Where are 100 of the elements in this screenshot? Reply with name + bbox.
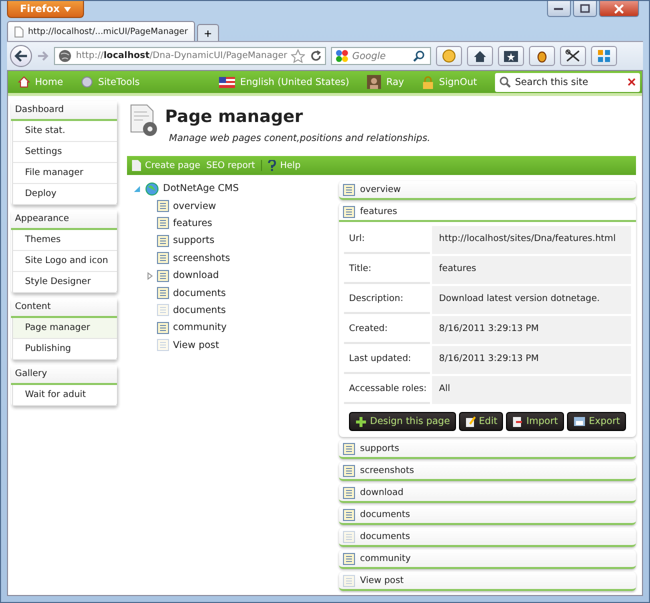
edit-icon — [464, 416, 476, 428]
action-button[interactable]: Import — [506, 412, 564, 431]
sidebar-group-title: Dashboard — [11, 101, 117, 121]
sidebar-item[interactable]: Wait for aduit — [12, 385, 117, 406]
scissors-button[interactable] — [560, 46, 586, 66]
sidebar-item[interactable]: Style Designer — [12, 272, 117, 293]
field-label: Url: — [344, 226, 430, 254]
tree-node[interactable]: overview — [173, 200, 216, 212]
sidebar-item[interactable]: File manager — [12, 163, 117, 184]
panel-header[interactable]: download — [339, 484, 636, 501]
reload-icon[interactable] — [310, 50, 322, 62]
field-value: All — [432, 376, 631, 404]
avatar — [367, 75, 382, 89]
sidebar-item[interactable]: Site stat. — [12, 121, 117, 142]
sidebar-item[interactable]: Themes — [12, 230, 117, 251]
page-title: Page manager — [165, 107, 304, 127]
expand-arrow-icon[interactable] — [147, 272, 153, 280]
search-icon — [499, 76, 511, 88]
tree-node[interactable]: documents — [173, 288, 226, 299]
bug-button[interactable] — [529, 46, 556, 66]
home-icon — [473, 50, 488, 62]
field-value: 8/16/2011 3:29:13 PM — [432, 316, 631, 344]
page-subtitle: Manage web pages conent,positions and relationships. — [169, 133, 430, 144]
tree-node[interactable]: screenshots — [173, 252, 230, 264]
tree-node[interactable]: supports — [173, 235, 214, 246]
field-label: Last updated: — [344, 346, 430, 374]
sidebar-item[interactable]: Settings — [12, 142, 117, 163]
new-tab-button[interactable]: + — [196, 24, 219, 41]
search-icon[interactable] — [413, 50, 426, 62]
tree-node[interactable]: features — [173, 218, 212, 229]
addon-button[interactable] — [436, 46, 462, 66]
home-button[interactable] — [467, 46, 494, 66]
maximize-icon — [580, 4, 590, 13]
sidebar-item[interactable]: Publishing — [12, 339, 117, 360]
tree-node[interactable]: download — [173, 270, 219, 282]
help-icon — [268, 160, 276, 171]
export-icon — [572, 416, 586, 427]
clear-button[interactable]: × — [627, 74, 636, 90]
field-value: http://localhost/sites/Dna/features.html — [432, 226, 631, 254]
back-arrow-icon — [14, 50, 28, 62]
panel-header[interactable]: supports — [339, 440, 636, 457]
sidebar-item[interactable]: Site Logo and icon — [12, 251, 117, 272]
panel-header[interactable]: documents — [339, 528, 636, 545]
panel-title: features — [360, 206, 398, 216]
scissors-icon — [565, 49, 582, 63]
minimize-icon — [554, 6, 564, 10]
tree-node[interactable]: documents — [173, 304, 226, 316]
action-button[interactable]: Export — [566, 412, 626, 431]
panel-header[interactable]: documents — [339, 506, 636, 523]
star-icon[interactable] — [291, 49, 306, 63]
globe-icon — [145, 182, 159, 196]
search-engine-icon[interactable] — [335, 49, 350, 63]
panel-header[interactable]: features — [339, 203, 636, 222]
apps-button[interactable] — [591, 46, 618, 66]
field-label: Accessable roles: — [344, 376, 430, 404]
sidebar-item[interactable]: Page manager — [12, 318, 117, 339]
browser-tab[interactable]: http://localhost/...micUI/PageManager — [7, 21, 195, 41]
site-search-box[interactable]: Search this site × — [495, 72, 640, 92]
field-label: Description: — [344, 286, 430, 314]
tree-node[interactable]: View post — [173, 340, 220, 351]
panel-header[interactable]: overview — [339, 181, 636, 198]
tree-node[interactable]: community — [173, 322, 227, 334]
maximize-button[interactable] — [573, 1, 597, 17]
page-icon — [14, 26, 24, 38]
import-icon — [512, 416, 524, 428]
field-value: Download latest version dotnetage. — [432, 286, 631, 314]
caret-icon — [64, 6, 71, 12]
globe-icon — [58, 49, 72, 63]
field-label: Created: — [344, 316, 430, 344]
field-value: 8/16/2011 3:29:13 PM — [432, 346, 631, 374]
back-button[interactable] — [10, 45, 32, 67]
panel-title: screenshots — [360, 466, 414, 476]
panel-header[interactable]: View post — [339, 572, 636, 589]
bookmarks-button[interactable] — [498, 46, 524, 66]
page-icon — [132, 160, 141, 171]
action-button[interactable]: Edit — [458, 412, 504, 431]
panel-title: documents — [360, 510, 410, 520]
panel-title: supports — [360, 444, 400, 454]
address-bar[interactable]: http://localhost/Dna-DynamicUI/PageManager — [54, 47, 326, 65]
plus-icon — [355, 416, 368, 428]
sidebar-group-title: Appearance — [11, 210, 117, 230]
sidebar-item[interactable]: Deploy — [12, 184, 117, 205]
panel-header[interactable]: community — [339, 550, 636, 567]
close-button[interactable] — [599, 1, 639, 17]
tiles-icon — [597, 49, 612, 63]
field-label: Title: — [344, 256, 430, 284]
sidebar-group-title: Content — [11, 298, 117, 318]
search-box[interactable]: Google — [331, 47, 432, 65]
field-value: features — [432, 256, 631, 284]
minimize-button[interactable] — [547, 1, 571, 17]
home-icon — [18, 76, 30, 88]
panel-title: download — [360, 488, 404, 498]
panel-title: View post — [360, 576, 404, 586]
panel-title: documents — [360, 532, 410, 542]
panel-title: community — [360, 554, 411, 564]
flag-icon — [219, 76, 236, 88]
action-button[interactable]: Design this page — [349, 412, 456, 431]
sidebar-group-title: Gallery — [11, 365, 117, 385]
panel-header[interactable]: screenshots — [339, 462, 636, 479]
tree-node[interactable]: DotNetAge CMS — [163, 183, 239, 194]
